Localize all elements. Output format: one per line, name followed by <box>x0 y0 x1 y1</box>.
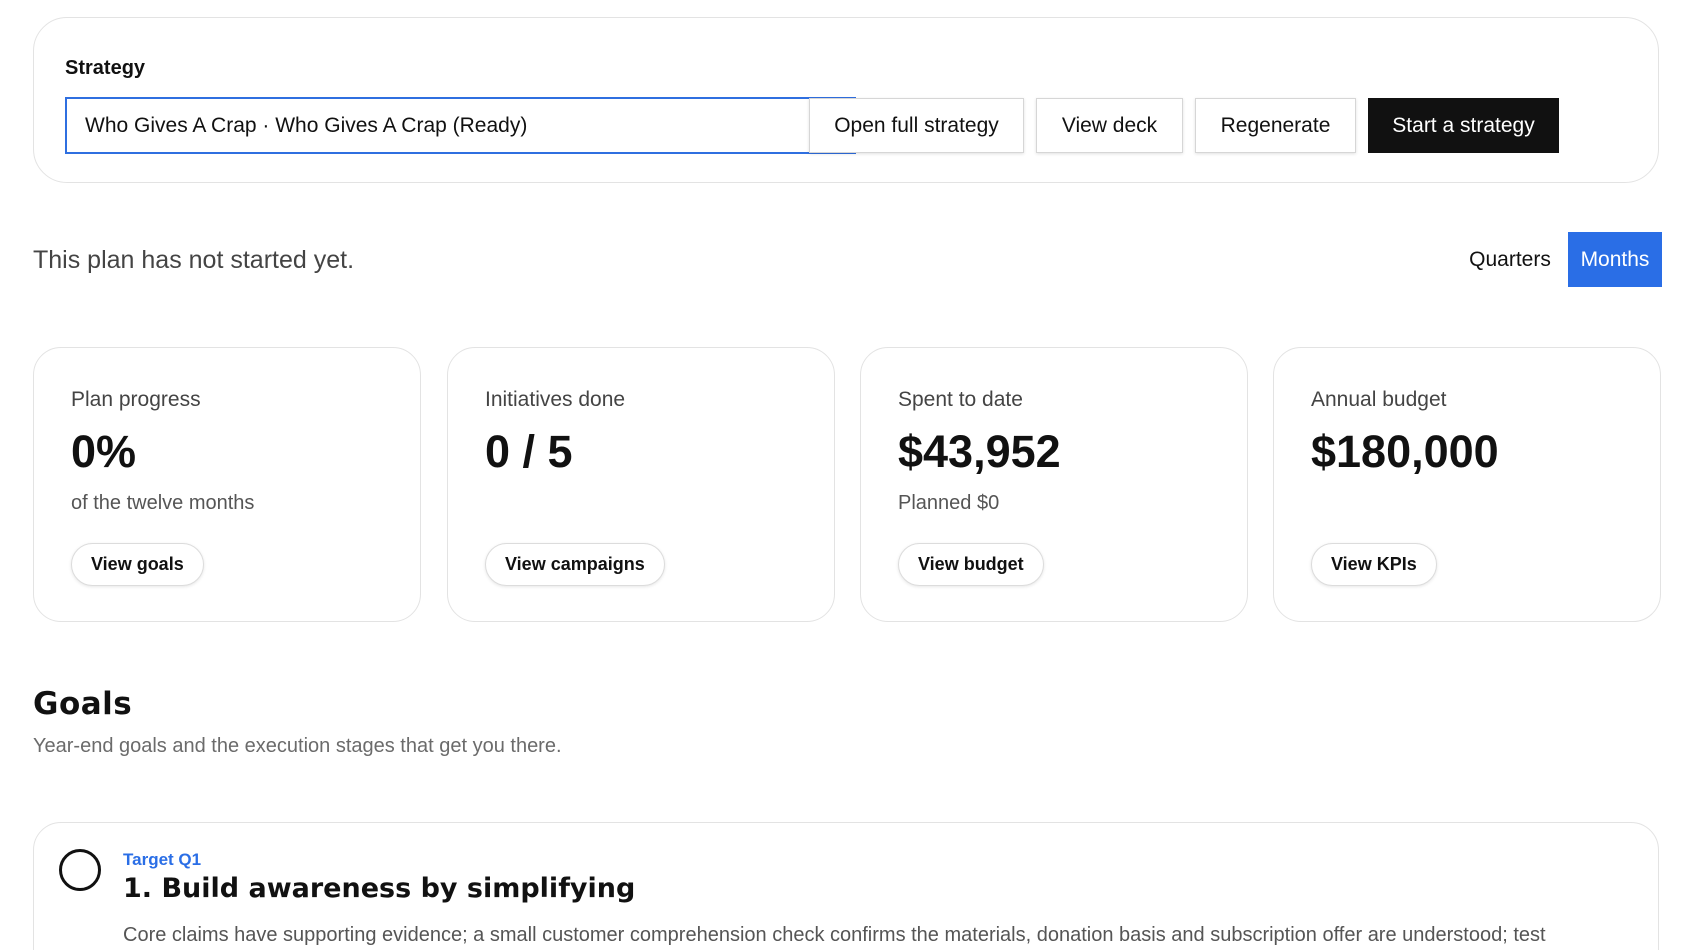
strategy-panel: Strategy Who Gives A Crap · Who Gives A … <box>33 17 1659 183</box>
regenerate-button[interactable]: Regenerate <box>1195 98 1356 153</box>
stat-sub: Planned $0 <box>898 492 1000 514</box>
goal-description: Core claims have supporting evidence; a … <box>123 924 1546 946</box>
goal-target: Target Q1 <box>123 850 202 869</box>
strategy-select-value: Who Gives A Crap · Who Gives A Crap (Rea… <box>85 113 528 137</box>
months-toggle[interactable]: Months <box>1568 232 1662 287</box>
stat-sub: of the twelve months <box>71 492 255 514</box>
goals-title: Goals <box>33 686 133 722</box>
stat-label: Initiatives done <box>485 388 626 411</box>
stat-value: $180,000 <box>1311 426 1499 477</box>
view-goals-button[interactable]: View goals <box>71 543 204 586</box>
goals-subtitle: Year-end goals and the execution stages … <box>33 735 562 757</box>
stat-label: Annual budget <box>1311 388 1447 411</box>
goal-title: 1. Build awareness by simplifying <box>123 873 636 904</box>
stat-card-initiatives: Initiatives done 0 / 5 View campaigns <box>447 347 835 622</box>
stat-value: 0% <box>71 426 137 477</box>
goal-status-circle-icon[interactable] <box>59 849 101 891</box>
stat-value: $43,952 <box>898 426 1061 477</box>
plan-status: This plan has not started yet. <box>33 246 355 274</box>
view-kpis-button[interactable]: View KPIs <box>1311 543 1437 586</box>
open-full-strategy-button[interactable]: Open full strategy <box>809 98 1024 153</box>
stat-value: 0 / 5 <box>485 426 573 477</box>
view-campaigns-button[interactable]: View campaigns <box>485 543 665 586</box>
quarters-toggle[interactable]: Quarters <box>1457 232 1563 287</box>
stat-card-annual-budget: Annual budget $180,000 View KPIs <box>1273 347 1661 622</box>
strategy-label: Strategy <box>65 57 146 79</box>
stat-label: Plan progress <box>71 388 201 411</box>
stat-card-spent: Spent to date $43,952 Planned $0 View bu… <box>860 347 1248 622</box>
start-strategy-button[interactable]: Start a strategy <box>1368 98 1559 153</box>
goal-card: Target Q1 1. Build awareness by simplify… <box>33 822 1659 950</box>
stat-label: Spent to date <box>898 388 1023 411</box>
stat-card-plan-progress: Plan progress 0% of the twelve months Vi… <box>33 347 421 622</box>
strategy-select[interactable]: Who Gives A Crap · Who Gives A Crap (Rea… <box>65 97 856 154</box>
view-deck-button[interactable]: View deck <box>1036 98 1183 153</box>
view-budget-button[interactable]: View budget <box>898 543 1044 586</box>
